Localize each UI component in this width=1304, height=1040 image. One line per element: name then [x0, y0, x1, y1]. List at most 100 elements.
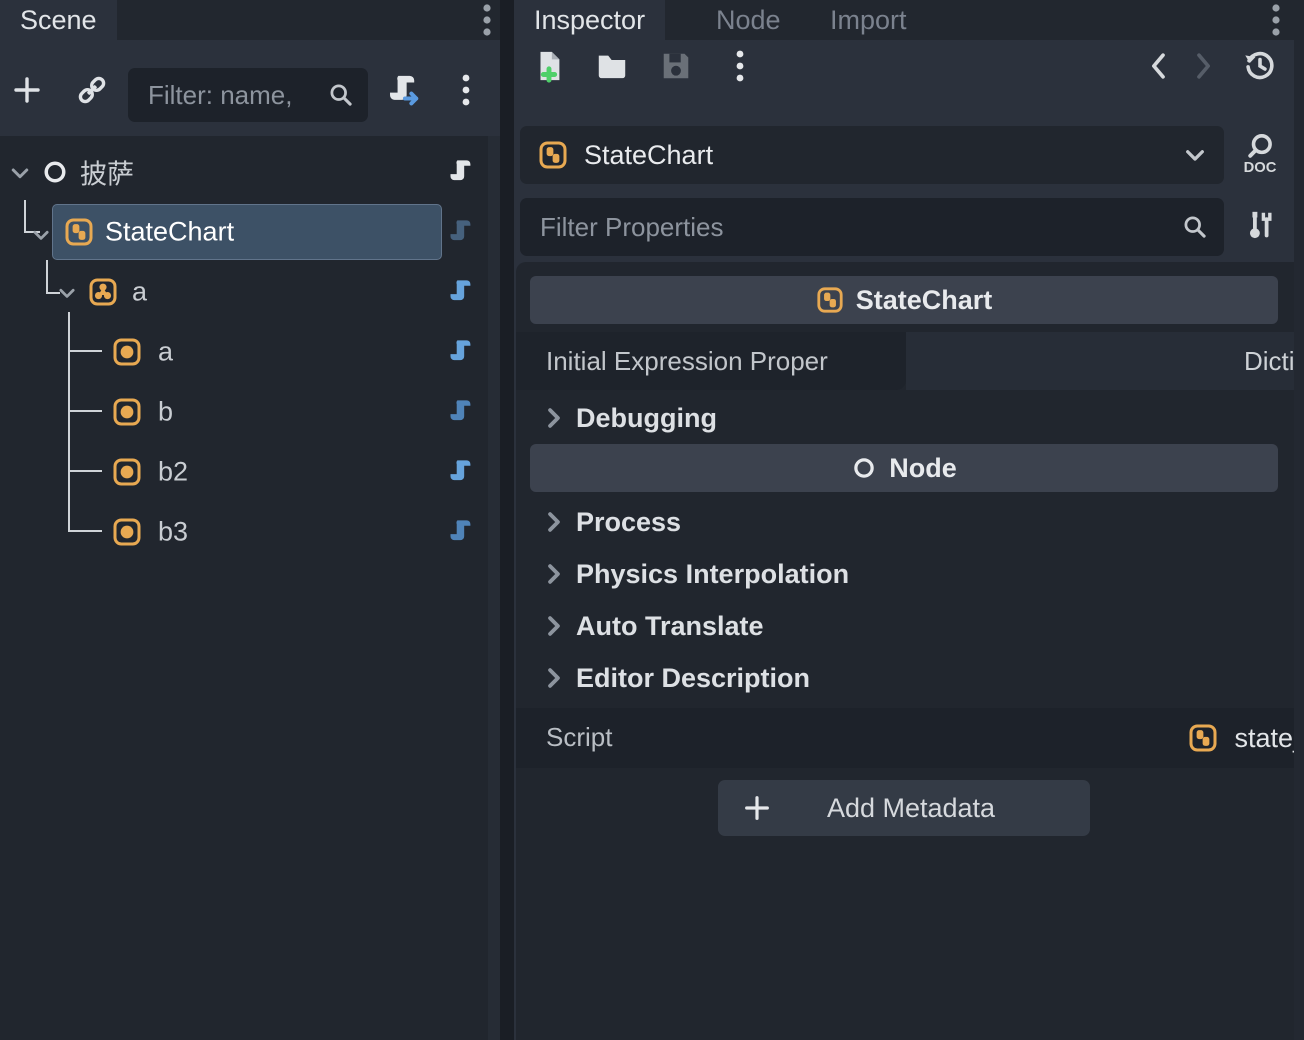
inspector-scrollbar[interactable]: [1294, 40, 1304, 1040]
property-row-script: Script state_chart.gd: [516, 708, 1304, 768]
tree-row-root[interactable]: 披萨: [0, 142, 500, 202]
plus-icon: [11, 74, 43, 106]
tree-row-b[interactable]: b: [0, 382, 500, 442]
link-icon: [76, 74, 108, 106]
tab-inspector-label: Inspector: [534, 5, 645, 36]
instance-scene-button[interactable]: [70, 68, 114, 112]
dictionary-editor-button[interactable]: Dictionary (size 0): [906, 332, 1304, 390]
history-back-button[interactable]: [1136, 44, 1180, 88]
script-icon[interactable]: [448, 218, 476, 246]
fold-chevron-icon: [546, 407, 562, 429]
new-resource-icon: [532, 49, 566, 83]
scene-toolbar: [0, 40, 500, 136]
atomic-state-icon: [112, 517, 142, 547]
add-metadata-button[interactable]: Add Metadata: [718, 780, 1090, 836]
doc-search-icon: DOC: [1242, 132, 1278, 176]
node-circle-icon: [41, 158, 69, 186]
group-physics-interpolation[interactable]: Physics Interpolation: [516, 552, 1304, 596]
open-docs-button[interactable]: DOC: [1238, 132, 1282, 176]
kebab-menu-icon: [480, 1, 494, 39]
tree-node-label: StateChart: [105, 217, 234, 248]
property-label: Initial Expression Proper: [546, 346, 828, 377]
kebab-menu-icon: [460, 73, 472, 107]
plus-icon: [742, 793, 772, 823]
tab-node-label: Node: [716, 5, 781, 36]
atomic-state-icon: [112, 397, 142, 427]
category-statechart: StateChart: [530, 276, 1278, 324]
property-tools-button[interactable]: [1238, 204, 1282, 248]
category-statechart-label: StateChart: [856, 285, 993, 316]
scene-tab-strip: Scene: [0, 0, 500, 40]
node-selector[interactable]: StateChart: [520, 126, 1224, 184]
group-label: Process: [576, 507, 681, 538]
script-icon[interactable]: [448, 278, 476, 306]
dock-divider[interactable]: [500, 0, 514, 1040]
new-resource-button[interactable]: [527, 44, 571, 88]
tools-icon: [1243, 209, 1277, 243]
tab-import[interactable]: Import: [810, 0, 927, 40]
scene-scrollbar[interactable]: [488, 136, 500, 1040]
history-clock-icon: [1243, 49, 1277, 83]
category-node-label: Node: [889, 453, 957, 484]
fold-chevron-icon: [546, 615, 562, 637]
tree-row-b2[interactable]: b2: [0, 442, 500, 502]
tab-inspector[interactable]: Inspector: [514, 0, 665, 40]
scene-tree-menu-button[interactable]: [444, 68, 488, 112]
group-label: Physics Interpolation: [576, 559, 849, 590]
script-property-label: Script: [546, 722, 612, 753]
folder-icon: [595, 49, 629, 83]
inspector-dock: Inspector Node Import: [514, 0, 1304, 1040]
history-button[interactable]: [1238, 44, 1282, 88]
save-resource-button[interactable]: [654, 44, 698, 88]
statechart-icon: [816, 286, 844, 314]
tree-row-statechart[interactable]: StateChart: [0, 202, 500, 262]
script-icon[interactable]: [448, 398, 476, 426]
atomic-state-icon: [112, 457, 142, 487]
attach-script-button[interactable]: [382, 68, 426, 112]
history-forward-button[interactable]: [1182, 44, 1226, 88]
load-resource-button[interactable]: [590, 44, 634, 88]
script-icon[interactable]: [448, 518, 476, 546]
script-resource-button[interactable]: state_chart.gd: [912, 708, 1304, 768]
inspector-dock-menu-button[interactable]: [1254, 0, 1298, 42]
tree-node-label: 披萨: [80, 153, 134, 192]
scene-filter-field[interactable]: [128, 68, 368, 122]
scene-dock: Scene: [0, 0, 500, 1040]
collapse-chevron-icon[interactable]: [8, 161, 32, 185]
tree-node-label: b3: [158, 517, 188, 548]
script-icon[interactable]: [448, 338, 476, 366]
filter-properties-input[interactable]: [520, 212, 1182, 243]
group-editor-description[interactable]: Editor Description: [516, 656, 1304, 700]
node-selector-label: StateChart: [584, 140, 1182, 171]
statechart-script-icon: [1188, 723, 1218, 753]
search-icon: [1182, 214, 1208, 240]
tree-row-compound-a[interactable]: a: [0, 262, 500, 322]
statechart-icon: [64, 217, 94, 247]
save-icon: [659, 49, 693, 83]
atomic-state-icon: [112, 337, 142, 367]
tab-scene[interactable]: Scene: [0, 0, 117, 40]
chevron-left-icon: [1147, 51, 1169, 81]
collapse-chevron-icon[interactable]: [30, 224, 52, 246]
group-process[interactable]: Process: [516, 500, 1304, 544]
fold-chevron-icon: [546, 667, 562, 689]
resource-menu-button[interactable]: [718, 44, 762, 88]
add-metadata-label: Add Metadata: [772, 793, 1050, 824]
tree-row-a[interactable]: a: [0, 322, 500, 382]
tab-node[interactable]: Node: [696, 0, 801, 40]
collapse-chevron-icon[interactable]: [56, 282, 78, 304]
statechart-icon: [538, 140, 568, 170]
group-debugging[interactable]: Debugging: [516, 396, 1304, 440]
script-icon[interactable]: [448, 158, 476, 186]
inspector-tab-strip: Inspector Node Import: [514, 0, 1304, 40]
tab-import-label: Import: [830, 5, 907, 36]
fold-chevron-icon: [546, 511, 562, 533]
kebab-menu-icon: [1269, 1, 1283, 39]
add-node-button[interactable]: [5, 68, 49, 112]
script-icon[interactable]: [448, 458, 476, 486]
group-auto-translate[interactable]: Auto Translate: [516, 604, 1304, 648]
inspector-properties-panel: StateChart Initial Expression Proper Dic…: [516, 262, 1304, 1040]
scene-filter-input[interactable]: [128, 80, 328, 111]
tree-row-b3[interactable]: b3: [0, 502, 500, 562]
filter-properties-field[interactable]: [520, 198, 1224, 256]
